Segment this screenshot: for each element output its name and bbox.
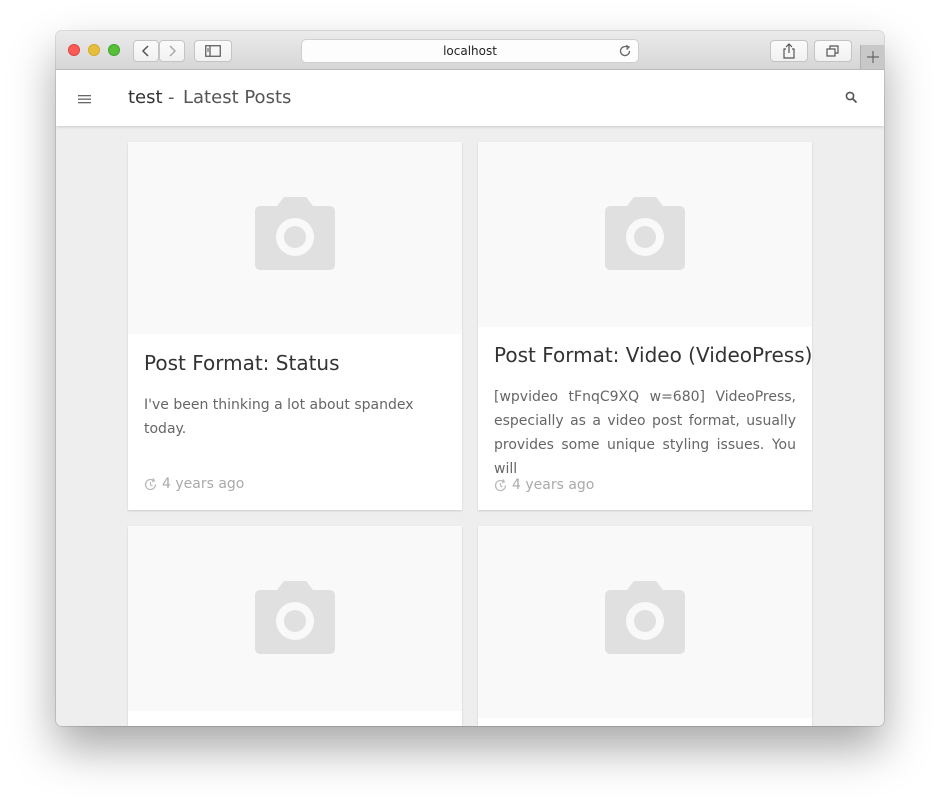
camera-icon bbox=[605, 197, 685, 270]
app-header: test - Latest Posts bbox=[56, 70, 884, 126]
page-content: test - Latest Posts Post Format: Status … bbox=[56, 70, 884, 726]
tabs-icon bbox=[826, 45, 839, 57]
hamburger-icon[interactable] bbox=[78, 94, 91, 104]
share-button[interactable] bbox=[770, 40, 808, 62]
zoom-window-button[interactable] bbox=[108, 44, 120, 56]
post-excerpt-line: provides some unique styling issues. You… bbox=[494, 437, 796, 477]
post-excerpt-line: [wpvideo tFnqC9XQ w=680] VideoPress, bbox=[494, 389, 796, 405]
close-window-button[interactable] bbox=[68, 44, 80, 56]
post-thumbnail[interactable] bbox=[478, 526, 812, 718]
minimize-window-button[interactable] bbox=[88, 44, 100, 56]
post-card[interactable] bbox=[128, 526, 462, 726]
post-time: 4 years ago bbox=[162, 476, 245, 492]
post-title[interactable]: Post Format: Video (VideoPress) bbox=[494, 343, 812, 367]
site-title[interactable]: test bbox=[128, 87, 163, 108]
post-card[interactable]: Post Format: Status I've been thinking a… bbox=[128, 142, 462, 510]
post-excerpt: I've been thinking a lot about spandex t… bbox=[144, 397, 414, 437]
camera-icon bbox=[255, 581, 335, 654]
plus-icon bbox=[867, 51, 879, 63]
new-tab-button[interactable] bbox=[860, 45, 884, 69]
post-thumbnail[interactable] bbox=[478, 142, 812, 327]
chevron-left-icon bbox=[141, 45, 149, 57]
browser-toolbar: localhost bbox=[56, 31, 884, 70]
sidebar-toggle-button[interactable] bbox=[194, 40, 232, 62]
post-thumbnail[interactable] bbox=[128, 142, 462, 334]
post-card[interactable] bbox=[478, 526, 812, 726]
page-title: Latest Posts bbox=[183, 87, 292, 108]
share-icon bbox=[783, 43, 795, 59]
post-time: 4 years ago bbox=[512, 477, 595, 493]
history-icon bbox=[144, 477, 157, 490]
forward-button[interactable] bbox=[159, 40, 185, 62]
browser-window: localhost test - Latest Posts Post Forma… bbox=[56, 31, 884, 726]
title-separator: - bbox=[168, 87, 175, 108]
post-excerpt-line: especially as a video post format, usual… bbox=[494, 413, 796, 429]
post-meta: 4 years ago bbox=[144, 476, 244, 492]
post-title[interactable]: Post Format: Status bbox=[144, 351, 340, 375]
chevron-right-icon bbox=[169, 45, 177, 57]
back-button[interactable] bbox=[133, 40, 159, 62]
address-text: localhost bbox=[443, 44, 497, 58]
reload-icon[interactable] bbox=[618, 44, 632, 58]
tabs-overview-button[interactable] bbox=[814, 40, 852, 62]
post-meta: 4 years ago bbox=[494, 477, 594, 493]
post-card[interactable]: Post Format: Video (VideoPress) [wpvideo… bbox=[478, 142, 812, 510]
post-excerpt: [wpvideo tFnqC9XQ w=680] VideoPress, esp… bbox=[494, 385, 796, 481]
address-bar[interactable]: localhost bbox=[301, 39, 639, 63]
history-icon bbox=[494, 478, 507, 491]
camera-icon bbox=[605, 581, 685, 654]
post-thumbnail[interactable] bbox=[128, 526, 462, 711]
camera-icon bbox=[255, 197, 335, 270]
search-icon[interactable] bbox=[845, 91, 858, 104]
sidebar-icon bbox=[205, 45, 221, 57]
